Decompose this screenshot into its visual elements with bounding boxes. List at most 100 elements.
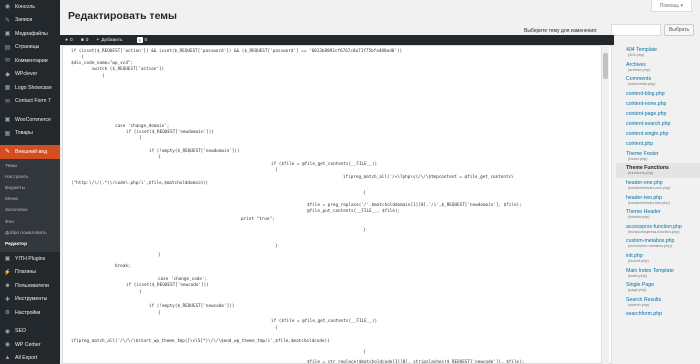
theme-select[interactable] (611, 24, 661, 36)
submenu-item[interactable]: Виджеты (0, 183, 60, 194)
theme-file-name[interactable]: content-search.php (626, 121, 700, 127)
menu-item-label: Инструменты (15, 296, 48, 303)
menu-item-products[interactable]: ▦ Товары (0, 127, 60, 141)
menu-item-woocommerce[interactable]: ▣ WooCommerce (0, 113, 60, 127)
cerber-icon: ◉ (4, 342, 11, 349)
editor-scrollbar[interactable] (601, 45, 609, 364)
theme-file-item[interactable]: content-none.php (616, 99, 700, 109)
menu-item-seo[interactable]: ◉ SEO (0, 325, 60, 339)
theme-file-item[interactable]: searchform.php (616, 309, 700, 319)
menu-item-label: WooCommerce (15, 116, 51, 123)
menu-item-label: All Export (15, 355, 38, 362)
code-line: { (363, 191, 366, 196)
menu-item-label: Настройки (15, 309, 41, 316)
menu-item-page[interactable]: ▤ Страницы (0, 41, 60, 55)
code-line: $file = str_replace($matcholdcode[1][0],… (307, 360, 525, 364)
select-theme-button[interactable]: Выбрать (664, 24, 694, 36)
theme-file-item[interactable]: accessprss-function.php (inc/accesspress-… (616, 222, 700, 237)
comment-icon: ✉ (4, 58, 11, 65)
theme-file-item[interactable]: content-single.php (616, 129, 700, 139)
code-line: break; (115, 264, 131, 269)
theme-file-path: (comments.php) (628, 82, 656, 87)
code-line: if (!empty($_REQUEST['newcode'])) (149, 304, 235, 309)
theme-file-path: (header.php) (628, 215, 650, 220)
theme-file-item[interactable]: Theme Footer (footer.php) (616, 149, 700, 164)
theme-file-item[interactable]: 404 Template (404.php) (616, 45, 700, 60)
menu-item-comment[interactable]: ✉ Комментарии (0, 54, 60, 68)
menu-item-logo-showcase[interactable]: ▦ Logo Showcase (0, 81, 60, 95)
theme-file-item[interactable]: Theme Header (header.php) (616, 207, 700, 222)
code-line: } (275, 244, 278, 249)
menu-group-4: ◉SEO◉WP Cerber▲All Export▼All Import (0, 325, 60, 364)
theme-file-name[interactable]: content-single.php (626, 131, 700, 137)
menu-item-appearance[interactable]: ✎ Внешний вид (0, 145, 60, 159)
theme-file-item[interactable]: content-page.php (616, 109, 700, 119)
theme-files-list: 404 Template (404.php) Archives (archive.ph… (616, 45, 700, 364)
scrollbar-thumb[interactable] (603, 53, 608, 79)
theme-file-path: (page.php) (628, 288, 647, 293)
submenu-item[interactable]: Добро пожаловать (0, 228, 60, 239)
theme-file-item[interactable]: content-blog.php (616, 89, 700, 99)
add-new-button[interactable]: + Добавить (96, 37, 122, 43)
theme-file-path: (inc/init.php) (628, 258, 649, 263)
theme-file-item[interactable]: Theme Functions (functions.php) (616, 163, 700, 178)
theme-file-item[interactable]: header-two.php (header/header-two.php) (616, 193, 700, 208)
theme-file-item[interactable]: Search Results (search.php) (616, 295, 700, 310)
help-tab-button[interactable]: Помощь ▾ (650, 0, 692, 12)
code-line: case 'change_domain'; (115, 124, 170, 129)
menu-item-pin[interactable]: ✎ Записи (0, 14, 60, 28)
tools-icon: ✚ (4, 296, 11, 303)
plugins-icon: ⚡ (3, 269, 12, 276)
theme-file-item[interactable]: Archives (archive.php) (616, 60, 700, 75)
theme-file-item[interactable]: content-search.php (616, 119, 700, 129)
updates-count: 0 (144, 37, 148, 43)
notes-link[interactable]: ■ 0 (81, 37, 89, 43)
theme-file-name[interactable]: content-blog.php (626, 91, 700, 97)
menu-item-settings[interactable]: ⚙ Настройки (0, 306, 60, 320)
menu-item-mail[interactable]: ✉ Contact Form 7 (0, 95, 60, 109)
code-line: { (139, 290, 142, 295)
theme-file-item[interactable]: init.php (inc/init.php) (616, 251, 700, 266)
menu-item-dashboard[interactable]: ◉ Консоль (0, 0, 60, 14)
theme-file-name[interactable]: content-none.php (626, 101, 700, 107)
code-line: if (isset($_REQUEST['action']) && isset(… (71, 49, 403, 54)
submenu-item[interactable]: Настроить (0, 172, 60, 183)
theme-file-item[interactable]: Single Page (page.php) (616, 280, 700, 295)
theme-file-item[interactable]: Comments (comments.php) (616, 74, 700, 89)
menu-item-tools[interactable]: ✚ Инструменты (0, 293, 60, 307)
admin-sidebar: ◉ Консоль ✎ Записи ▣ Медиафайлы ▤ Страницы ✉ Комм… (0, 0, 60, 364)
theme-file-item[interactable]: custom-metabox.php (inc/custom-metabox.ph… (616, 236, 700, 251)
comments-link[interactable]: ● 0 (65, 37, 73, 43)
submenu-item[interactable]: Редактор (0, 239, 60, 250)
code-line: case 'change_code'; (158, 277, 208, 282)
code-line: print "true"; (241, 217, 275, 222)
menu-item-plugins[interactable]: ⚡ Плагины (0, 266, 60, 280)
code-editor[interactable]: if (isset($_REQUEST['action']) && isset(… (62, 45, 612, 364)
updates-link[interactable]: ? 0 (136, 37, 148, 43)
theme-file-item[interactable]: header-one.php (header/header-one.php) (616, 178, 700, 193)
theme-file-name[interactable]: content-page.php (626, 111, 700, 117)
menu-item-media[interactable]: ▣ Медиафайлы (0, 27, 60, 41)
theme-file-path: (inc/custom-metabox.php) (628, 244, 672, 249)
menu-item-yith[interactable]: ▣ YITH Plugins (0, 252, 60, 266)
menu-item-wpclever[interactable]: ◆ WPclever (0, 68, 60, 82)
submenu-item[interactable]: Заголовок (0, 205, 60, 216)
code-line: if(preg_match_all('/\/\/\$start_wp_theme… (71, 339, 330, 344)
code-line: if (!empty($_REQUEST['newdomain'])) (149, 149, 240, 154)
submenu-item[interactable]: Фон (0, 216, 60, 227)
code-line: { (139, 136, 142, 141)
menu-item-export[interactable]: ▲ All Export (0, 352, 60, 364)
theme-file-item[interactable]: content.php (616, 139, 700, 149)
menu-item-cerber[interactable]: ◉ WP Cerber (0, 338, 60, 352)
theme-file-path: (footer.php) (628, 156, 648, 161)
theme-file-name[interactable]: searchform.php (626, 311, 700, 317)
code-line: } (158, 253, 161, 258)
submenu-item[interactable]: Меню (0, 194, 60, 205)
menu-item-users[interactable]: ☻ Пользователи (0, 279, 60, 293)
theme-file-name[interactable]: content.php (626, 141, 700, 147)
comments-count: 0 (70, 37, 73, 43)
comment-icon: ● (65, 37, 69, 43)
theme-file-item[interactable]: Main Index Template (index.php) (616, 266, 700, 281)
submenu-item[interactable]: Темы (0, 161, 60, 172)
paintbrush-icon: ✎ (4, 149, 11, 156)
